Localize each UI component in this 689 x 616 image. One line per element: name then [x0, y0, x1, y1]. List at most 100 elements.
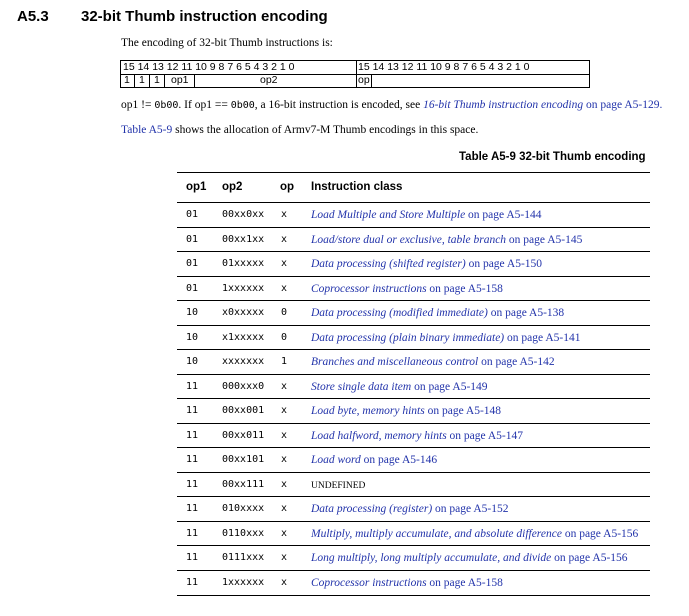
table-row: 11 00xx001 x Load byte, memory hints on pag…	[177, 398, 650, 424]
table-row: 11 00xx011 x Load halfword, memory hints on…	[177, 422, 650, 449]
instruction-class-link[interactable]: Data processing (plain binary immediate)	[311, 332, 504, 344]
table-row: 11 000xxx0 x Store single data item on page…	[177, 373, 650, 400]
instruction-class-link[interactable]: Load/store dual or exclusive, table bran…	[311, 234, 506, 246]
page-reference-link[interactable]: on page A5-149	[411, 381, 487, 393]
op-cell: x	[281, 576, 288, 588]
op-cell: x	[281, 454, 288, 465]
instruction-class-link[interactable]: Multiply, multiply accumulate, and absol…	[311, 528, 562, 540]
instruction-class-cell: Multiply, multiply accumulate, and absol…	[311, 522, 638, 547]
op-field: op	[358, 74, 370, 86]
instruction-class-cell: Data processing (modified immediate) on …	[311, 301, 564, 326]
op-cell: x	[281, 552, 288, 563]
header-op: op	[280, 181, 295, 193]
op2-field: op2	[260, 74, 278, 86]
page-reference-link[interactable]: on page A5-152	[432, 503, 508, 515]
instruction-class-link[interactable]: Data processing (shifted register)	[311, 258, 466, 270]
page-reference-link[interactable]: on page A5-150	[466, 258, 542, 270]
undefined-label: UNDEFINED	[311, 480, 366, 491]
encoding-diagram: 15 14 13 12 11 10 9 8 7 6 5 4 3 2 1 0 15…	[120, 60, 590, 88]
instruction-class-link[interactable]: Data processing (modified immediate)	[311, 307, 488, 319]
instruction-class-cell: Coprocessor instructions on page A5-158	[311, 277, 503, 302]
op2-cell: 00xx011	[222, 429, 265, 441]
instruction-class-cell: Data processing (register) on page A5-15…	[311, 497, 509, 522]
link-16bit-encoding[interactable]: 16-bit Thumb instruction encoding	[423, 99, 583, 111]
page-reference-link[interactable]: on page A5-156	[562, 528, 638, 540]
link-16bit-page[interactable]: on page A5-129.	[583, 99, 662, 111]
op1-cell: 01	[186, 233, 199, 245]
bit14-value: 1	[139, 74, 145, 86]
table-top-rule	[177, 172, 650, 173]
page-reference-link[interactable]: on page A5-144	[465, 209, 541, 221]
halfword2-bit-numbers: 15 14 13 12 11 10 9 8 7 6 5 4 3 2 1 0	[358, 61, 530, 73]
instruction-class-cell: Load/store dual or exclusive, table bran…	[311, 228, 582, 253]
instruction-class-cell: Data processing (shifted register) on pa…	[311, 252, 542, 277]
op-cell: 0	[281, 307, 288, 318]
op2-cell: 00xx0xx	[222, 209, 265, 220]
instruction-class-cell: Load halfword, memory hints on page A5-1…	[311, 424, 523, 449]
page-reference-link[interactable]: on page A5-147	[447, 430, 523, 442]
op1-cell: 10	[186, 356, 199, 367]
op1-cell: 11	[186, 478, 199, 490]
bit13-value: 1	[154, 74, 160, 86]
header-op1: op1	[186, 181, 207, 193]
instruction-class-cell: UNDEFINED	[311, 473, 365, 498]
op-cell: x	[281, 209, 288, 220]
instruction-class-link[interactable]: Store single data item	[311, 381, 411, 393]
instruction-class-link[interactable]: Load byte, memory hints	[311, 405, 425, 417]
instruction-class-link[interactable]: Coprocessor instructions	[311, 577, 427, 589]
op2-cell: 0111xxx	[222, 552, 265, 563]
instruction-class-cell: Store single data item on page A5-149	[311, 375, 488, 400]
para1-code-2: 0b00	[230, 100, 255, 111]
page-reference-link[interactable]: on page A5-158	[427, 577, 502, 589]
instruction-class-link[interactable]: Load word	[311, 454, 361, 466]
instruction-class-cell: Branches and miscellaneous control on pa…	[311, 350, 555, 375]
op2-cell: 1xxxxxx	[222, 282, 265, 294]
instruction-class-link[interactable]: Data processing (register)	[311, 503, 432, 515]
op2-cell: x0xxxxx	[222, 307, 265, 318]
page-reference-link[interactable]: on page A5-141	[504, 332, 580, 344]
table-row: 10 x1xxxxx 0 Data processing (plain binary …	[177, 324, 650, 351]
page-reference-link[interactable]: on page A5-158	[427, 283, 502, 295]
instruction-class-link[interactable]: Long multiply, long multiply accumulate,…	[311, 552, 551, 564]
instruction-class-cell: Load byte, memory hints on page A5-148	[311, 399, 501, 424]
op1-cell: 11	[186, 405, 199, 416]
instruction-class-cell: Data processing (plain binary immediate)…	[311, 326, 580, 351]
op-cell: x	[281, 258, 288, 269]
instruction-class-link[interactable]: Branches and miscellaneous control	[311, 356, 478, 368]
table-caption: Table A5-9 32-bit Thumb encoding	[459, 151, 646, 163]
bit15-value: 1	[124, 74, 130, 86]
instruction-class-link[interactable]: Coprocessor instructions	[311, 283, 427, 295]
section-title: 32-bit Thumb instruction encoding	[81, 8, 328, 25]
op1-field: op1	[171, 74, 189, 86]
table-row: 11 010xxxx x Data processing (register) on …	[177, 496, 650, 522]
section-number: A5.3	[17, 8, 49, 25]
page-reference-link[interactable]: on page A5-146	[361, 454, 437, 466]
op-cell: 0	[281, 331, 288, 343]
page-reference-link[interactable]: on page A5-145	[506, 234, 582, 246]
intro-text: The encoding of 32-bit Thumb instruction…	[121, 37, 333, 49]
para1-text-1: op1 !=	[121, 99, 155, 111]
op-cell: x	[281, 503, 288, 514]
instruction-class-cell: Long multiply, long multiply accumulate,…	[311, 546, 628, 571]
table-row: 01 00xx0xx x Load Multiple and Store Multip…	[177, 202, 650, 228]
table-row: 01 01xxxxx x Data processing (shifted regis…	[177, 251, 650, 277]
table-row: 10 x0xxxxx 0 Data processing (modified imme…	[177, 300, 650, 326]
page-reference-link[interactable]: on page A5-142	[478, 356, 554, 368]
op-cell: 1	[281, 356, 288, 367]
page-reference-link[interactable]: on page A5-148	[425, 405, 501, 417]
op-cell: x	[281, 527, 288, 539]
instruction-class-link[interactable]: Load halfword, memory hints	[311, 430, 447, 442]
op2-cell: 000xxx0	[222, 380, 265, 392]
instruction-class-link[interactable]: Load Multiple and Store Multiple	[311, 209, 465, 221]
op1-cell: 11	[186, 380, 199, 392]
link-table-a5-9[interactable]: Table A5-9	[121, 124, 172, 136]
page-reference-link[interactable]: on page A5-138	[488, 307, 564, 319]
halfword1-bit-numbers: 15 14 13 12 11 10 9 8 7 6 5 4 3 2 1 0	[123, 61, 295, 73]
table-reference-paragraph: Table A5-9 shows the allocation of Armv7…	[121, 124, 478, 136]
op1-cell: 11	[186, 576, 199, 588]
page-reference-link[interactable]: on page A5-156	[551, 552, 627, 564]
op1-cell: 11	[186, 527, 199, 539]
op1-cell: 11	[186, 454, 199, 465]
op-cell: x	[281, 282, 288, 294]
op1-cell: 10	[186, 331, 199, 343]
